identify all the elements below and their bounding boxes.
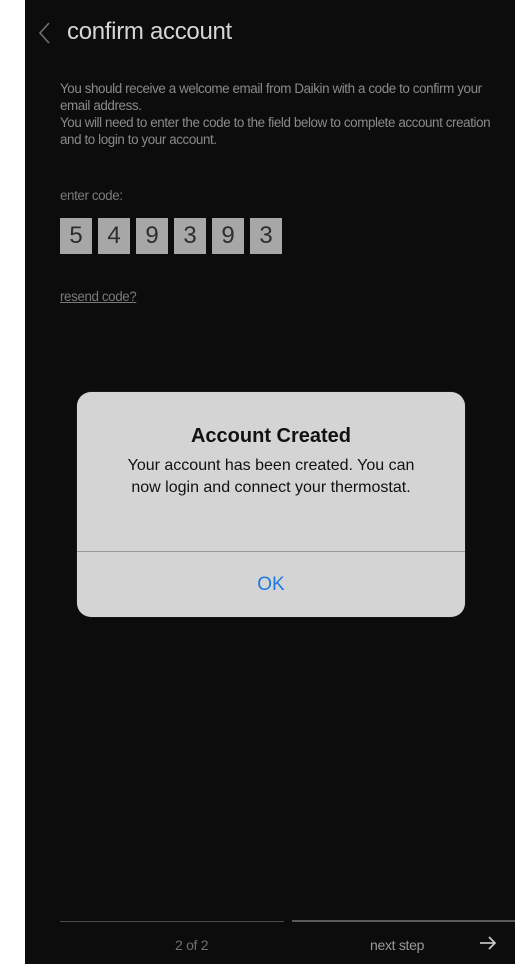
resend-code-link[interactable]: resend code? bbox=[60, 289, 137, 304]
code-digit-4[interactable]: 3 bbox=[174, 218, 206, 254]
next-step-button[interactable]: next step bbox=[370, 937, 424, 953]
code-digit-3[interactable]: 9 bbox=[136, 218, 168, 254]
code-input-row: 5 4 9 3 9 3 bbox=[60, 218, 282, 254]
dialog-title: Account Created bbox=[190, 425, 352, 447]
ok-button[interactable]: OK bbox=[77, 552, 465, 617]
instructions-line-2: You will need to enter the code to the f… bbox=[60, 115, 491, 147]
step-indicator: 2 of 2 bbox=[175, 937, 209, 953]
dialog-message: Your account has been created. You can n… bbox=[127, 457, 415, 496]
footer-divider-left bbox=[60, 921, 284, 922]
code-digit-6[interactable]: 3 bbox=[250, 218, 282, 254]
footer-divider-right bbox=[292, 920, 515, 922]
enter-code-label: enter code: bbox=[60, 188, 123, 203]
code-digit-5[interactable]: 9 bbox=[212, 218, 244, 254]
instructions-text: You should receive a welcome email from … bbox=[60, 80, 510, 148]
chevron-left-icon bbox=[38, 22, 50, 44]
instructions-line-1: You should receive a welcome email from … bbox=[60, 81, 482, 113]
next-step-arrow[interactable] bbox=[477, 932, 499, 954]
page-title: confirm account bbox=[67, 18, 232, 45]
app-screen: confirm account You should receive a wel… bbox=[25, 0, 515, 964]
back-button[interactable] bbox=[35, 20, 57, 46]
account-created-dialog: Account Created Your account has been cr… bbox=[77, 392, 465, 617]
code-digit-2[interactable]: 4 bbox=[98, 218, 130, 254]
arrow-right-icon bbox=[480, 936, 497, 950]
code-digit-1[interactable]: 5 bbox=[60, 218, 92, 254]
